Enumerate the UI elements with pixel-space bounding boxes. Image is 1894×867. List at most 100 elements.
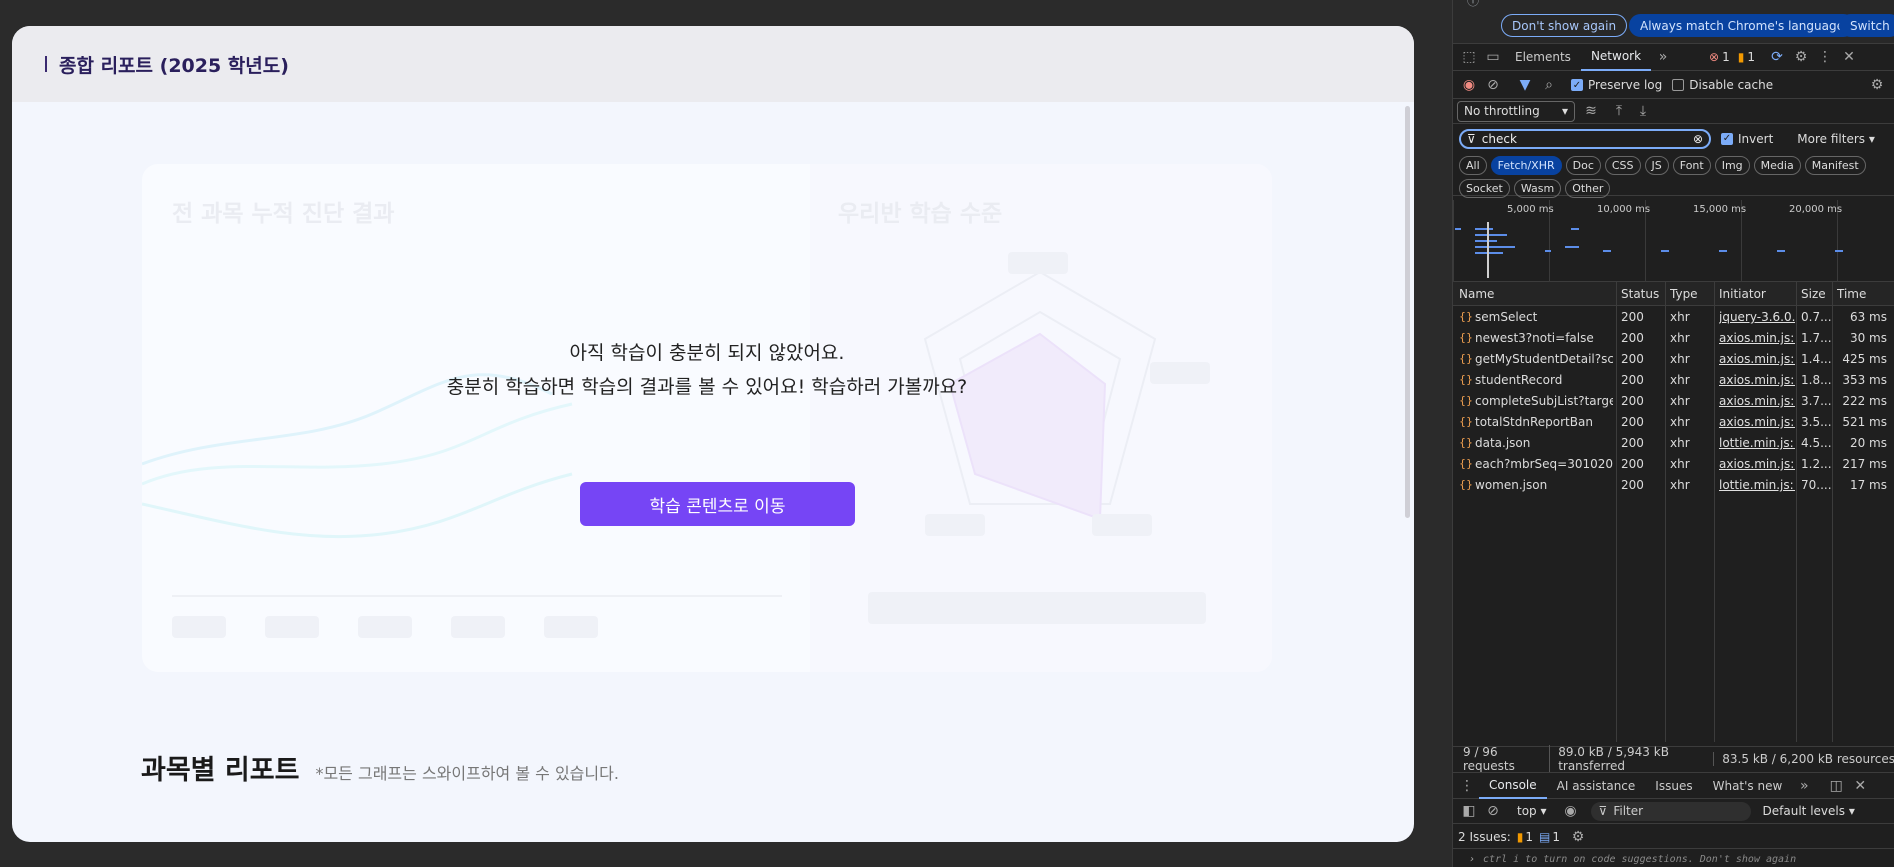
go-to-learning-button[interactable]: 학습 콘텐츠로 이동 [580, 482, 855, 526]
filter-input[interactable]: ⊽ check ⊗ [1459, 128, 1711, 149]
cell-initiator[interactable]: axios.min.js:2 [1719, 394, 1795, 408]
throttling-select[interactable]: No throttling ▾ [1457, 100, 1575, 122]
network-request-row[interactable]: {} newest3?noti=false 200 xhr axios.min.js:2… [1453, 328, 1894, 349]
search-icon[interactable]: ⌕ [1537, 77, 1561, 93]
import-har-icon[interactable]: ⤒ [1607, 103, 1631, 119]
close-devtools-icon[interactable]: ✕ [1837, 49, 1861, 65]
network-overview-timeline[interactable]: 5,000 ms 10,000 ms 15,000 ms 20,000 ms [1453, 200, 1894, 282]
more-drawer-tabs-icon[interactable]: » [1792, 778, 1816, 794]
drawer-tab-issues[interactable]: Issues [1645, 772, 1702, 799]
network-request-row[interactable]: {} totalStdnReportBan 200 xhr axios.min.js:2… [1453, 412, 1894, 433]
network-request-row[interactable]: {} getMyStudentDetail?sc... 200 xhr axios.mi… [1453, 349, 1894, 370]
close-drawer-icon[interactable]: ✕ [1848, 778, 1872, 794]
cell-size: 1.7... [1801, 331, 1831, 345]
console-filter-input[interactable]: ⊽ Filter [1590, 801, 1751, 821]
invert-label: Invert [1738, 131, 1774, 146]
type-filter-img[interactable]: Img [1714, 156, 1750, 175]
type-filter-wasm[interactable]: Wasm [1513, 179, 1562, 198]
more-tabs-icon[interactable]: » [1651, 49, 1675, 65]
cell-initiator[interactable]: axios.min.js:2 [1719, 331, 1795, 345]
type-filter-js[interactable]: JS [1644, 156, 1669, 175]
network-request-row[interactable]: {}semSelect 200 xhr jquery-3.6.0.m 0.7... 63 … [1453, 307, 1894, 328]
network-settings-icon[interactable]: ⚙ [1865, 77, 1889, 93]
column-size[interactable]: Size [1801, 287, 1826, 301]
info-message-icon[interactable]: ▤ [1539, 830, 1550, 844]
warning-icon[interactable]: ▮ [1738, 50, 1745, 64]
export-har-icon[interactable]: ⤓ [1631, 103, 1655, 119]
cell-type: xhr [1670, 394, 1690, 408]
column-initiator[interactable]: Initiator [1719, 287, 1766, 301]
issues-warning-count: 1 [1525, 829, 1534, 844]
xhr-request-icon: {} [1459, 415, 1473, 428]
xhr-request-icon: {} [1459, 373, 1473, 386]
tab-elements[interactable]: Elements [1505, 44, 1581, 71]
type-filter-manifest[interactable]: Manifest [1804, 156, 1866, 175]
more-filters-dropdown[interactable]: More filters ▾ [1797, 132, 1875, 146]
context-select[interactable]: top ▾ [1517, 804, 1547, 818]
record-stop-icon[interactable]: ◉ [1457, 77, 1481, 93]
cell-size: 4.5... [1801, 436, 1831, 450]
type-filter-all[interactable]: All [1459, 156, 1487, 175]
disable-cache-checkbox[interactable]: Disable cache [1672, 78, 1773, 92]
type-filter-doc[interactable]: Doc [1565, 156, 1601, 175]
column-status[interactable]: Status [1621, 287, 1659, 301]
skeleton-label [451, 616, 505, 638]
invert-checkbox[interactable]: ✓ Invert [1721, 132, 1773, 146]
type-filter-media[interactable]: Media [1753, 156, 1801, 175]
network-conditions-icon[interactable]: ≋ [1579, 103, 1603, 119]
sync-icon[interactable]: ⟳ [1765, 49, 1789, 65]
type-filter-font[interactable]: Font [1672, 156, 1711, 175]
page-scrollbar[interactable] [1405, 106, 1410, 518]
switch-language-button[interactable]: Switch [1839, 14, 1894, 37]
clear-console-icon[interactable]: ⊘ [1481, 803, 1505, 819]
column-type[interactable]: Type [1670, 287, 1698, 301]
column-time[interactable]: Time [1837, 287, 1866, 301]
network-request-row[interactable]: {} completeSubjList?targe... 200 xhr axios.m… [1453, 391, 1894, 412]
clear-icon[interactable]: ⊘ [1481, 77, 1505, 93]
warning-icon[interactable]: ▮ [1517, 830, 1524, 844]
timeline-tick: 20,000 ms [1789, 204, 1843, 215]
console-settings-icon[interactable]: ⚙ [1566, 829, 1590, 845]
dock-drawer-icon[interactable]: ◫ [1824, 778, 1848, 794]
cell-initiator[interactable]: axios.min.js:2 [1719, 373, 1795, 387]
cell-initiator[interactable]: axios.min.js:2 [1719, 352, 1795, 366]
drawer-tab-ai-assistance[interactable]: AI assistance [1547, 772, 1646, 799]
dont-show-again-button[interactable]: Don't show again [1501, 14, 1628, 37]
type-filter-fetch-xhr[interactable]: Fetch/XHR [1490, 156, 1562, 175]
drawer-tab-whats-new[interactable]: What's new [1703, 772, 1793, 799]
clear-filter-icon[interactable]: ⊗ [1693, 132, 1703, 146]
network-request-row[interactable]: {} each?mbrSeq=301020... 200 xhr axios.min.j… [1453, 454, 1894, 475]
checkbox-unchecked-icon [1672, 79, 1685, 91]
network-request-table: Name Status Type Initiator Size Time {} s… [1453, 282, 1894, 742]
inspect-element-icon[interactable]: ⬚ [1457, 49, 1481, 65]
device-toolbar-icon[interactable]: ▭ [1481, 49, 1505, 65]
network-request-row[interactable]: {} studentRecord 200 xhr axios.min.js:2 1.8..… [1453, 370, 1894, 391]
cell-initiator[interactable]: jquery-3.6.0.m [1719, 310, 1795, 324]
drawer-menu-icon[interactable]: ⋮ [1455, 778, 1479, 794]
table-header: Name Status Type Initiator Size Time [1453, 282, 1894, 306]
type-filter-socket[interactable]: Socket [1459, 179, 1510, 198]
cell-type: xhr [1670, 373, 1690, 387]
log-levels-select[interactable]: Default levels ▾ [1763, 804, 1855, 818]
cell-initiator[interactable]: lottie.min.js:1 [1719, 478, 1795, 492]
always-match-language-button[interactable]: Always match Chrome's language [1629, 14, 1855, 37]
network-request-row[interactable]: {} women.json 200 xhr lottie.min.js:1 70.... 1… [1453, 475, 1894, 496]
cell-time: 217 ms [1842, 457, 1887, 471]
error-icon[interactable]: ⊗ [1709, 50, 1719, 64]
preserve-log-checkbox[interactable]: ✓ Preserve log [1571, 78, 1662, 92]
cell-time: 17 ms [1849, 478, 1887, 492]
kebab-menu-icon[interactable]: ⋮ [1813, 49, 1837, 65]
cell-initiator[interactable]: axios.min.js:2 [1719, 457, 1795, 471]
live-expression-eye-icon[interactable]: ◉ [1559, 803, 1583, 819]
filter-funnel-icon[interactable]: ▼ [1513, 77, 1537, 93]
network-request-row[interactable]: {} data.json 200 xhr lottie.min.js:1 4.5... 20… [1453, 433, 1894, 454]
cell-initiator[interactable]: axios.min.js:2 [1719, 415, 1795, 429]
type-filter-css[interactable]: CSS [1604, 156, 1641, 175]
column-name[interactable]: Name [1459, 287, 1494, 301]
type-filter-other[interactable]: Other [1565, 179, 1611, 198]
cell-initiator[interactable]: lottie.min.js:1 [1719, 436, 1795, 450]
tab-network[interactable]: Network [1580, 44, 1652, 71]
settings-gear-icon[interactable]: ⚙ [1789, 49, 1813, 65]
sidebar-toggle-icon[interactable]: ◧ [1457, 803, 1481, 819]
drawer-tab-console[interactable]: Console [1479, 772, 1547, 799]
